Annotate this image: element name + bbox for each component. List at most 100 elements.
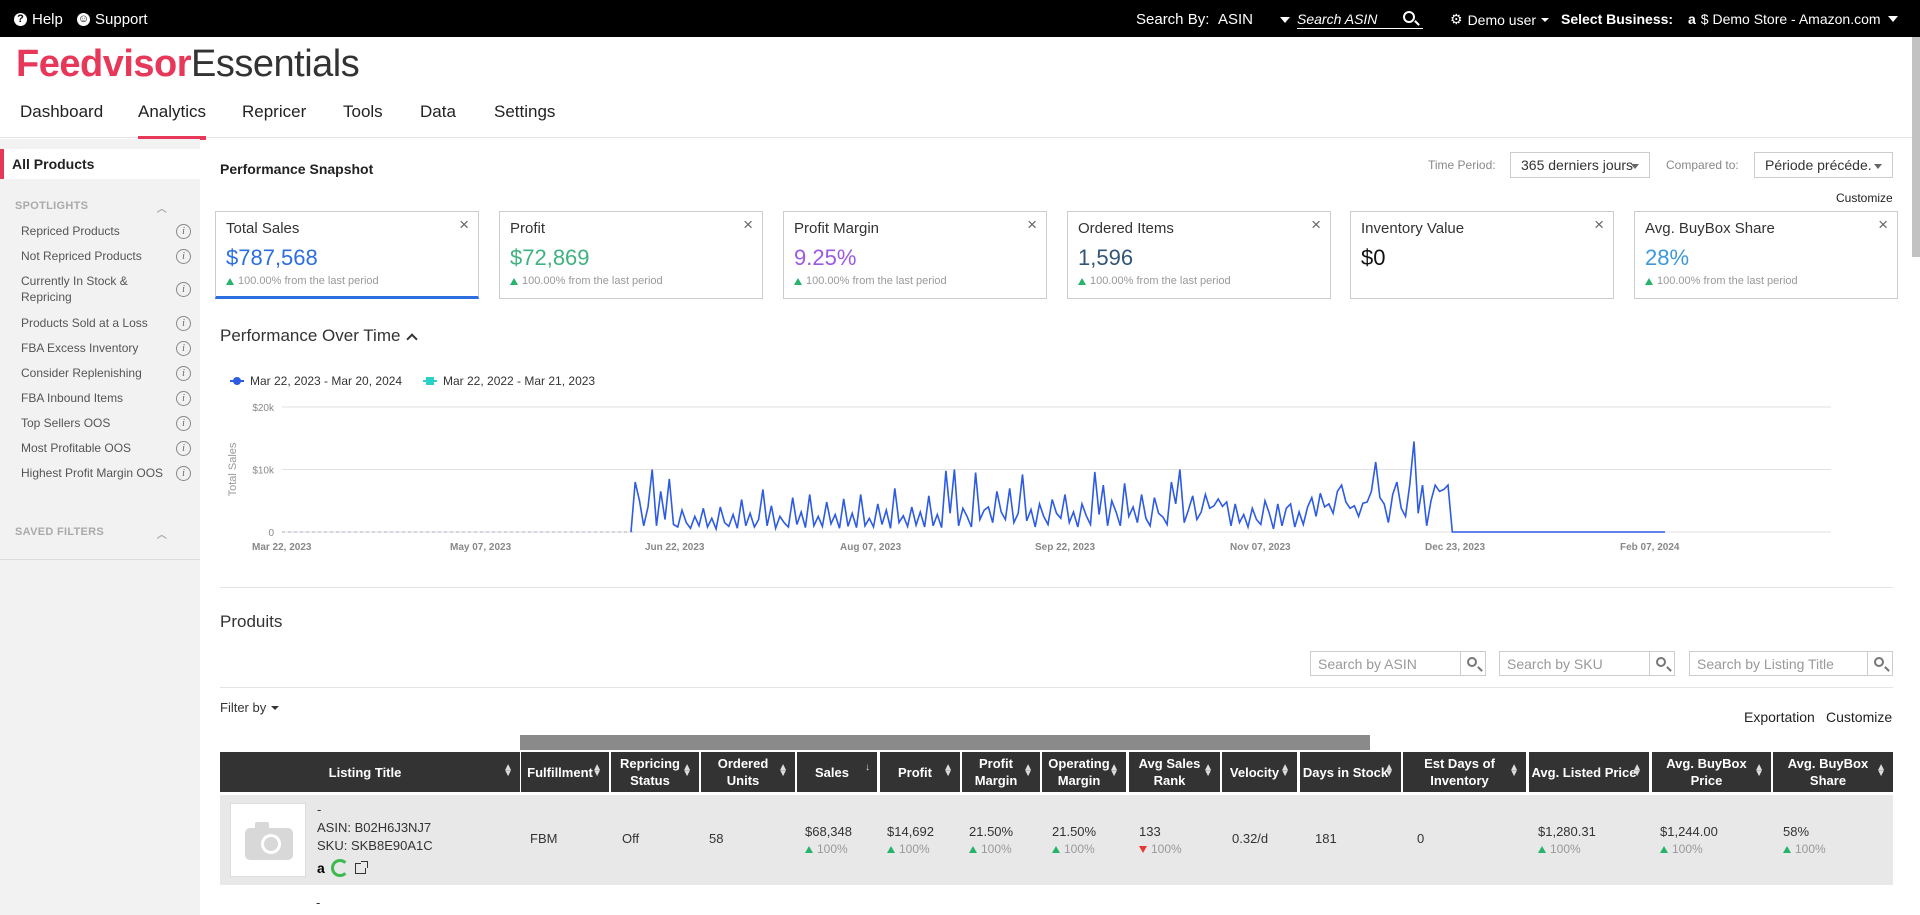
search-button[interactable] [1460,652,1485,675]
info-icon[interactable]: i [176,341,191,356]
column-header-fulfillment[interactable]: Fulfillment ▲ ▼ [521,752,609,792]
close-icon[interactable]: × [459,215,469,235]
export-button[interactable]: Exportation [1744,709,1815,725]
metric-card-inventory-value[interactable]: Inventory Value $0 × [1350,211,1614,299]
support-link[interactable]: ☺ Support [77,11,148,28]
feedvisor-logo[interactable]: FeedvisorEssentials [16,43,360,86]
sort-icon[interactable]: ▲ ▼ [503,763,513,779]
legend-item-previous[interactable]: Mar 22, 2022 - Mar 21, 2023 [423,374,595,388]
user-menu[interactable]: ⚙ Demo user [1450,11,1550,28]
sort-icon[interactable]: ▲ ▼ [1509,763,1519,779]
trend-down-icon [1139,845,1147,853]
amazon-icon[interactable]: a [317,860,325,876]
column-header-avg-buybox-share[interactable]: Avg. BuyBox Share ▲ ▼ [1773,752,1893,792]
compared-to-select[interactable]: Période précéde. [1754,152,1893,178]
spotlights-heading[interactable]: SPOTLIGHTS ︿ [15,200,185,215]
close-icon[interactable]: × [1878,215,1888,235]
sort-icon[interactable]: ▲ ▼ [1384,763,1394,779]
sort-icon[interactable]: ▲ ▼ [778,763,788,779]
search-icon[interactable] [1403,10,1420,26]
sidebar-item-consider-replenishing[interactable]: Consider Replenishing i [21,365,191,381]
sidebar-item-top-sellers-oos[interactable]: Top Sellers OOS i [21,415,191,431]
search-sku-field[interactable]: Search by SKU [1499,651,1675,676]
customize-table-button[interactable]: Customize [1826,709,1892,725]
sidebar-item-highest-margin-oos[interactable]: Highest Profit Margin OOS i [21,465,191,481]
sort-icon[interactable]: ▲ ▼ [1876,763,1886,779]
search-button[interactable] [1867,652,1892,675]
filter-by-dropdown[interactable]: Filter by [220,700,280,715]
nav-data[interactable]: Data [420,102,456,136]
sort-icon[interactable]: ↓ [865,763,870,773]
sort-icon[interactable]: ▲ ▼ [1280,763,1290,779]
close-icon[interactable]: × [1311,215,1321,235]
column-header-avg-sales-rank[interactable]: Avg Sales Rank ▲ ▼ [1129,752,1220,792]
table-row[interactable]: - ASIN: B02H6J3NJ7 SKU: SKB8E90A1C a FBM… [220,795,1893,885]
info-icon[interactable]: i [176,249,191,264]
customize-cards-link[interactable]: Customize [1836,191,1893,205]
time-period-select[interactable]: 365 derniers jours [1510,152,1650,178]
close-icon[interactable]: × [1027,215,1037,235]
column-header-avg-buybox-price[interactable]: Avg. BuyBox Price ▲ ▼ [1652,752,1771,792]
sort-icon[interactable]: ▲ ▼ [1109,763,1119,779]
column-header-listing-title[interactable]: Listing Title ▲ ▼ [220,752,520,792]
external-link-icon[interactable] [354,860,368,874]
sort-icon[interactable]: ▲ ▼ [1023,763,1033,779]
saved-filters-heading[interactable]: SAVED FILTERS ︿ [15,526,185,541]
sidebar-item-fba-inbound[interactable]: FBA Inbound Items i [21,390,191,406]
nav-analytics[interactable]: Analytics [138,102,207,140]
sidebar-item-all-products[interactable]: All Products [0,149,200,179]
column-header-days-in-stock[interactable]: Days in Stock ▲ ▼ [1300,752,1401,792]
sidebar-item-most-profitable-oos[interactable]: Most Profitable OOS i [21,440,191,456]
sidebar-item-in-stock-repricing[interactable]: Currently In Stock & Repricing i [21,273,191,305]
column-header-est-days-of-inventory[interactable]: Est Days of Inventory ▲ ▼ [1403,752,1526,792]
column-header-sales[interactable]: Sales ↓ [797,752,877,792]
nav-settings[interactable]: Settings [494,102,555,136]
horizontal-scrollbar[interactable] [520,735,1370,750]
sidebar-item-not-repriced[interactable]: Not Repriced Products i [21,248,191,264]
info-icon[interactable]: i [176,391,191,406]
sort-icon[interactable]: ▲ ▼ [1203,763,1213,779]
repricing-refresh-icon[interactable] [330,859,349,877]
column-header-profit[interactable]: Profit ▲ ▼ [880,752,960,792]
help-link[interactable]: ? Help [14,11,63,28]
column-header-profit-margin[interactable]: Profit Margin ▲ ▼ [962,752,1040,792]
sort-icon[interactable]: ▲ ▼ [1754,763,1764,779]
nav-tools[interactable]: Tools [343,102,383,136]
close-icon[interactable]: × [743,215,753,235]
info-icon[interactable]: i [176,441,191,456]
sort-icon[interactable]: ▲ ▼ [1632,763,1642,779]
info-icon[interactable]: i [176,282,191,297]
close-icon[interactable]: × [1594,215,1604,235]
metric-card-profit-margin[interactable]: Profit Margin 9.25% 100.00% from the last … [783,211,1047,299]
column-header-velocity[interactable]: Velocity ▲ ▼ [1222,752,1297,792]
info-icon[interactable]: i [176,366,191,381]
nav-dashboard[interactable]: Dashboard [20,102,103,136]
column-header-avg-listed-price[interactable]: Avg. Listed Price ▲ ▼ [1529,752,1649,792]
sidebar-item-repriced-products[interactable]: Repriced Products i [21,223,191,239]
info-icon[interactable]: i [176,224,191,239]
legend-item-current[interactable]: Mar 22, 2023 - Mar 20, 2024 [230,374,402,388]
sidebar-item-fba-excess[interactable]: FBA Excess Inventory i [21,340,191,356]
metric-card-buybox-share[interactable]: Avg. BuyBox Share 28% 100.00% from the las… [1634,211,1898,299]
column-header-operating-margin[interactable]: Operating Margin ▲ ▼ [1042,752,1126,792]
column-header-ordered-units[interactable]: Ordered Units ▲ ▼ [701,752,795,792]
search-by-select[interactable]: ASIN [1218,11,1290,28]
vertical-scrollbar[interactable] [1912,37,1920,257]
sidebar-item-sold-at-loss[interactable]: Products Sold at a Loss i [21,315,191,331]
search-button[interactable] [1649,652,1674,675]
sort-icon[interactable]: ▲ ▼ [592,763,602,779]
info-icon[interactable]: i [176,416,191,431]
performance-over-time-header[interactable]: Performance Over Time [220,326,419,346]
sort-icon[interactable]: ▲ ▼ [682,763,692,779]
sort-icon[interactable]: ▲ ▼ [943,763,953,779]
search-title-field[interactable]: Search by Listing Title [1689,651,1893,676]
column-header-repricing-status[interactable]: Repricing Status ▲ ▼ [611,752,699,792]
info-icon[interactable]: i [176,316,191,331]
nav-repricer[interactable]: Repricer [242,102,306,136]
business-select[interactable]: a $ Demo Store - Amazon.com [1688,11,1898,27]
metric-card-ordered-items[interactable]: Ordered Items 1,596 100.00% from the last … [1067,211,1331,299]
metric-card-profit[interactable]: Profit $72,869 100.00% from the last perio… [499,211,763,299]
search-asin-field[interactable]: Search by ASIN [1310,651,1486,676]
metric-card-total-sales[interactable]: Total Sales $787,568 100.00% from the last… [215,211,479,299]
info-icon[interactable]: i [176,466,191,481]
